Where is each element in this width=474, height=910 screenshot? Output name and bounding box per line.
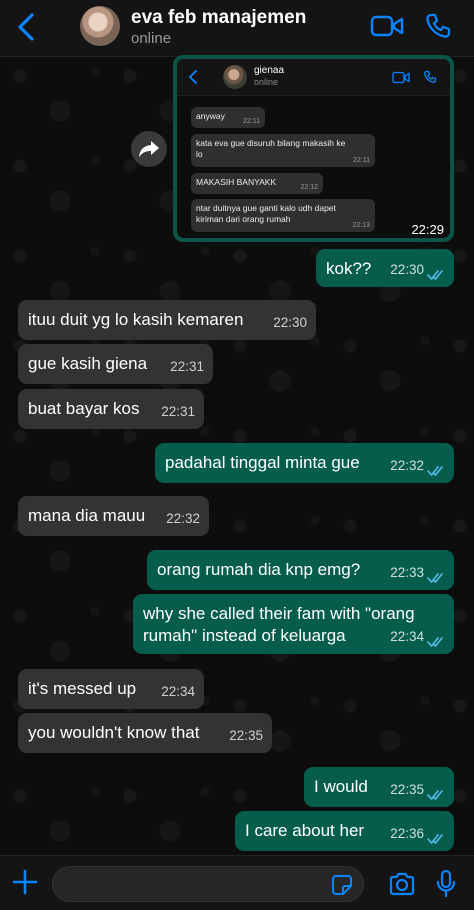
read-receipt-icon	[427, 790, 443, 800]
incoming-message[interactable]: ituu duit yg lo kasih kemaren 22:30	[18, 300, 316, 340]
read-receipt-icon	[427, 637, 443, 647]
message-text: buat bayar kos	[28, 399, 140, 418]
outgoing-message[interactable]: padahal tinggal minta gue 22:32	[155, 443, 454, 483]
back-chevron-icon	[188, 70, 197, 84]
read-receipt-icon	[427, 573, 443, 583]
message-text: kok??	[326, 259, 372, 278]
screenshot-message-text: kata eva gue disuruh bilang makasih ke l…	[196, 138, 346, 160]
screenshot-contact-status: online	[254, 77, 279, 87]
message-time: 22:31	[161, 404, 195, 419]
incoming-message[interactable]: gue kasih giena 22:31	[18, 344, 213, 384]
camera-icon[interactable]	[388, 872, 416, 896]
incoming-message[interactable]: it's messed up 22:34	[18, 669, 204, 709]
forward-icon	[139, 141, 159, 157]
incoming-message[interactable]: mana dia mauu 22:32	[18, 496, 209, 536]
message-time: 22:34	[390, 629, 424, 644]
message-time: 22:30	[273, 315, 307, 330]
outgoing-message[interactable]: I care about her 22:36	[235, 811, 454, 851]
read-receipt-icon	[427, 834, 443, 844]
video-call-icon	[392, 71, 410, 84]
message-text: gue kasih giena	[28, 354, 148, 373]
message-time: 22:33	[390, 565, 424, 580]
read-receipt-icon	[427, 270, 443, 280]
contact-name[interactable]: eva feb manajemen	[131, 7, 306, 29]
phone-icon[interactable]	[424, 12, 452, 40]
sticker-icon[interactable]	[331, 874, 353, 896]
incoming-message[interactable]: you wouldn't know that 22:35	[18, 713, 272, 753]
message-text: I would	[314, 777, 368, 796]
read-receipt-icon	[427, 466, 443, 476]
avatar	[223, 65, 247, 89]
message-time: 22:31	[170, 359, 204, 374]
message-text: ituu duit yg lo kasih kemaren	[28, 310, 244, 329]
screenshot-header: gienaa online	[177, 59, 450, 96]
outgoing-message[interactable]: I would 22:35	[304, 767, 454, 807]
message-time: 22:35	[390, 782, 424, 797]
message-input-bar	[0, 855, 474, 910]
message-time: 22:29	[411, 222, 444, 237]
message-text: padahal tinggal minta gue	[165, 453, 360, 472]
screenshot-message-time: 22:11	[353, 156, 370, 164]
message-time: 22:35	[229, 728, 263, 743]
image-message[interactable]: gienaa online anyway 22:11 kata eva gue …	[173, 55, 454, 242]
screenshot-message-text: MAKASIH BANYAKK	[196, 177, 277, 187]
screenshot-message-time: 22:12	[300, 183, 318, 191]
microphone-icon[interactable]	[436, 869, 456, 899]
screenshot-message-text: ntar duitnya gue ganti kalo udh dapet ki…	[196, 203, 336, 225]
plus-icon[interactable]	[12, 869, 38, 895]
outgoing-message[interactable]: kok?? 22:30	[316, 249, 454, 287]
message-text: mana dia mauu	[28, 506, 146, 525]
message-text: why she called their fam with "orang rum…	[143, 604, 415, 645]
avatar[interactable]	[80, 6, 120, 46]
incoming-message[interactable]: buat bayar kos 22:31	[18, 389, 204, 429]
forward-button[interactable]	[131, 131, 167, 167]
message-time: 22:32	[166, 511, 200, 526]
screenshot-image: gienaa online anyway 22:11 kata eva gue …	[177, 59, 450, 238]
message-input[interactable]	[52, 866, 364, 902]
screenshot-message: anyway 22:11	[191, 107, 265, 128]
screenshot-message: kata eva gue disuruh bilang makasih ke l…	[191, 134, 375, 167]
message-time: 22:34	[161, 684, 195, 699]
message-time: 22:32	[390, 458, 424, 473]
outgoing-message[interactable]: orang rumah dia knp emg? 22:33	[147, 550, 454, 590]
message-time: 22:36	[390, 826, 424, 841]
screenshot-message-time: 22:11	[243, 117, 260, 125]
outgoing-message[interactable]: why she called their fam with "orang rum…	[133, 594, 454, 654]
screenshot-message: ntar duitnya gue ganti kalo udh dapet ki…	[191, 199, 375, 232]
chat-header: eva feb manajemen online	[0, 0, 474, 57]
screenshot-message-text: anyway	[196, 111, 225, 121]
screenshot-contact-name: gienaa	[254, 65, 285, 76]
phone-icon	[424, 70, 437, 83]
video-call-icon[interactable]	[370, 14, 404, 38]
message-text: you wouldn't know that	[28, 723, 200, 742]
contact-status: online	[131, 30, 172, 47]
back-chevron-icon[interactable]	[14, 12, 40, 42]
message-text: orang rumah dia knp emg?	[157, 560, 361, 579]
screenshot-message-time: 22:13	[352, 221, 370, 229]
message-text: it's messed up	[28, 679, 137, 698]
message-time: 22:30	[390, 262, 424, 277]
message-text: I care about her	[245, 821, 365, 840]
screenshot-message: MAKASIH BANYAKK 22:12	[191, 173, 323, 194]
